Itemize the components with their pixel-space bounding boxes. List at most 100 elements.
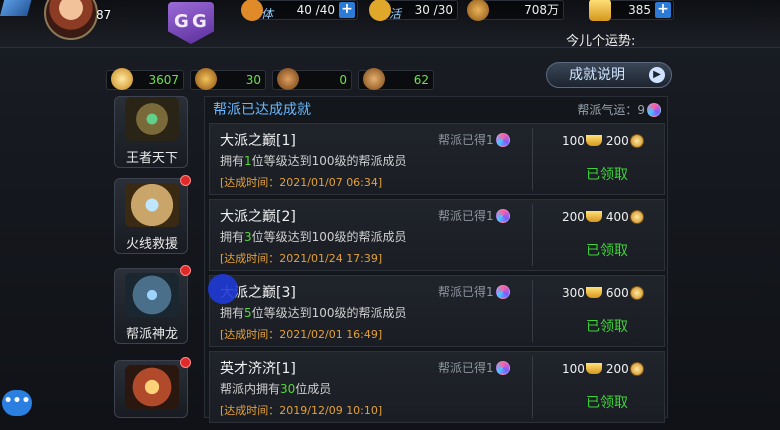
fortune-spiral-icon [495,209,510,223]
reward: 200 400 [562,210,644,224]
sidebar-item-pavilion[interactable] [114,357,191,418]
coin-icon [629,134,644,148]
notification-dot [180,357,191,368]
energy-label: 活 [389,7,402,21]
achievement-time: [达成时间：2021/01/24 17:39] [220,252,383,265]
top-bar: 87 G G 体 40 /40 + 活 30 /30 708万 385 + 今儿… [0,0,780,49]
game-screen: 87 G G 体 40 /40 + 活 30 /30 708万 385 + 今儿… [0,0,780,430]
gold-value: 385 [628,3,651,17]
achievement-desc: 拥有5位等级达到100级的帮派成员 [220,306,407,320]
stat-scroll: 62 [358,68,434,90]
fortune-spiral-icon [647,103,661,117]
tiger-badge-icon [277,68,299,90]
divider [532,204,533,266]
coin-icon [629,286,644,300]
reward: 100 200 [562,362,644,376]
sidebar-item-dragon[interactable]: 帮派神龙 [114,265,191,344]
stamina-value: 40 /40 [296,3,335,17]
stat-lion: 30 [190,68,266,90]
gold-ingot-icon [585,211,602,222]
stamina-icon [241,0,263,21]
achievement-row[interactable]: 大派之巅[1] 拥有1位等级达到100级的帮派成员 [达成时间：2021/01/… [209,123,665,195]
add-gold-button[interactable]: + [655,2,671,18]
logo-letter: G [174,11,189,32]
claimed-status: 已领取 [586,243,628,259]
notification-dot [180,175,191,186]
player-info[interactable]: 87 [0,0,120,46]
stamina-label: 体 [261,7,274,21]
daily-fortune: 今儿个运势: [566,34,636,49]
achievement-name: 英才济济[1] [220,361,296,377]
claimed-status: 已领取 [586,395,628,411]
notification-dot [180,265,191,276]
achievement-row[interactable]: 大派之巅[2] 拥有3位等级达到100级的帮派成员 [达成时间：2021/01/… [209,199,665,271]
copper-resource: 708万 [467,0,564,21]
divider [532,280,533,342]
stamina-resource: 体 40 /40 + [241,0,358,21]
achievement-row[interactable]: 英才济济[1] 帮派内拥有30位成员 [达成时间：2019/12/09 10:1… [209,351,665,423]
add-stamina-button[interactable]: + [339,2,355,18]
guild-got: 帮派已得1 [438,207,510,224]
achievement-time: [达成时间：2021/02/01 16:49] [220,328,383,341]
stat-tiger: 0 [272,68,352,90]
stat-value: 30 [245,73,261,87]
chat-bubble-icon[interactable]: ••• [2,390,32,416]
achievement-name: 大派之巅[1] [220,133,296,149]
sidebar-item-label: 火线救援 [125,237,178,252]
divider [532,356,533,418]
achievement-explain-button[interactable]: 成就说明 ▶ [546,62,672,88]
reward: 100 200 [562,134,644,148]
achievement-desc: 帮派内拥有30位成员 [220,382,332,396]
emblem-icon [125,97,179,141]
claimed-status: 已领取 [586,167,628,183]
scroll-map-icon [125,183,179,227]
achievement-time: [达成时间：2021/01/07 06:34] [220,176,383,189]
fortune-spiral-icon [495,285,510,299]
lion-badge-icon [195,68,217,90]
claimed-status: 已领取 [586,319,628,335]
scroll-badge-icon [363,68,385,90]
achievement-desc: 拥有1位等级达到100级的帮派成员 [220,154,407,168]
panel-title: 帮派已达成成就 [213,102,311,118]
reward: 300 600 [562,286,644,300]
guild-logo-icon: G G [168,2,214,44]
touch-cursor-icon [208,274,238,304]
copper-value: 708万 [524,3,559,17]
guild-got: 帮派已得1 [438,283,510,300]
gold-ingot-icon [585,363,602,374]
achievement-time: [达成时间：2019/12/09 10:10] [220,404,383,417]
coin-icon [629,362,644,376]
sidebar-item-label: 帮派神龙 [125,327,178,342]
energy-value: 30 /30 [414,3,453,17]
stat-value: 62 [413,73,429,87]
gold-resource: 385 + [589,0,674,21]
gold-ingot-icon [585,135,602,146]
logo-letter: G [192,11,207,32]
divider [532,128,533,190]
coin-icon [629,210,644,224]
stat-value: 3607 [148,73,179,87]
copper-coin-icon [467,0,489,21]
sidebar-item-rescue[interactable]: 火线救援 [114,175,191,254]
stat-value: 0 [339,73,347,87]
guild-fortune: 帮派气运：9 [577,101,661,118]
gold-ingot-icon [589,0,611,21]
player-level: 87 [96,8,112,22]
achievement-panel: 帮派已达成成就 帮派气运：9 大派之巅[1] 拥有1位等级达到100级的帮派成员… [204,96,668,423]
avatar[interactable] [44,0,98,40]
guild-got: 帮派已得1 [438,359,510,376]
achievement-desc: 拥有3位等级达到100级的帮派成员 [220,230,407,244]
fortune-spiral-icon [495,133,510,147]
energy-icon [369,0,391,21]
achievement-name: 大派之巅[2] [220,209,296,225]
gold-ingot-icon [585,287,602,298]
dragon-icon [125,273,179,317]
fortune-spiral-icon [495,361,510,375]
energy-resource: 活 30 /30 [369,0,458,21]
sidebar-item-king[interactable]: 王者天下 [114,96,188,168]
explain-label: 成就说明 [569,67,625,83]
gem-icon [0,0,34,16]
guild-fortune-label: 帮派气运：9 [577,103,645,117]
achievement-row[interactable]: 大派之巅[3] 拥有5位等级达到100级的帮派成员 [达成时间：2021/02/… [209,275,665,347]
pavilion-icon [125,365,179,409]
